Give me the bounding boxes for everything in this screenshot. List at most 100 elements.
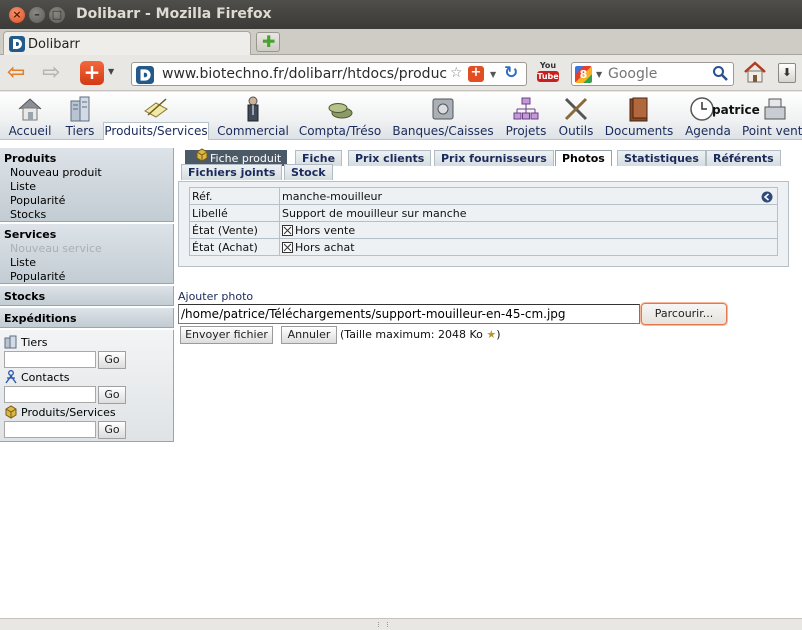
home-icon[interactable] — [743, 60, 767, 84]
topmenu-commercial[interactable]: Commercial — [217, 92, 289, 140]
leftmenu-stocks-block: Stocks — [0, 286, 174, 306]
window-maximize-button[interactable]: □ — [49, 7, 65, 23]
search-produits-input[interactable] — [4, 421, 96, 438]
leftmenu-produits-liste[interactable]: Liste — [0, 180, 173, 194]
search-tiers-input[interactable] — [4, 351, 96, 368]
person-icon — [5, 370, 17, 384]
tab-referents[interactable]: Référents — [706, 150, 781, 166]
upload-title: Ajouter photo — [178, 290, 254, 303]
leftmenu-expeditions-title[interactable]: Expéditions — [0, 308, 173, 329]
back-arrow-icon[interactable]: ⇦ — [7, 62, 25, 84]
topmenu-accueil[interactable]: Accueil — [4, 92, 56, 140]
leftmenu-produits-title[interactable]: Produits — [0, 148, 173, 166]
bookmark-star-icon[interactable]: ☆ — [450, 65, 463, 81]
google-engine-icon[interactable]: 8 — [575, 66, 592, 83]
send-file-button[interactable]: Envoyer fichier — [180, 326, 273, 344]
tab-prix-clients[interactable]: Prix clients — [348, 150, 432, 166]
window-close-button[interactable]: × — [9, 7, 25, 23]
tab-stock[interactable]: Stock — [284, 164, 333, 180]
dolibarr-favicon-icon — [136, 66, 154, 84]
search-input[interactable] — [608, 65, 708, 83]
businessman-icon — [247, 96, 259, 122]
search-produits-label: Produits/Services — [4, 405, 126, 421]
help-star-icon[interactable]: ★ — [486, 328, 496, 341]
search-icon[interactable] — [712, 65, 728, 81]
search-contacts-go-button[interactable]: Go — [98, 386, 126, 404]
search-produits-go-button[interactable]: Go — [98, 421, 126, 439]
leftmenu-nouveau-produit[interactable]: Nouveau produit — [0, 166, 173, 180]
topmenu-label: Outils — [558, 124, 594, 138]
browser-tab-strip: Dolibarr ✚ — [0, 29, 802, 56]
leftmenu-produits-stocks[interactable]: Stocks — [0, 208, 173, 222]
row-label-libelle: Libellé — [189, 204, 280, 222]
youtube-icon-bottom: Tube — [537, 71, 559, 82]
topmenu-label: Agenda — [685, 124, 731, 138]
topmenu-documents[interactable]: Documents — [604, 92, 674, 140]
leftmenu-services-popularite[interactable]: Popularité — [0, 270, 173, 284]
downloads-icon[interactable]: ⬇ — [778, 63, 796, 83]
horizontal-scrollbar[interactable] — [0, 618, 802, 630]
youtube-icon[interactable]: You Tube — [537, 61, 559, 85]
search-contacts-group: Contacts Go — [4, 370, 126, 404]
box-icon — [196, 148, 208, 162]
addon-dropdown-icon[interactable]: ▼ — [108, 67, 114, 76]
url-bar[interactable]: www.biotechno.fr/dolibarr/htdocs/produc … — [131, 62, 527, 86]
reload-icon[interactable]: ↻ — [504, 63, 518, 83]
topmenu-tiers[interactable]: Tiers — [62, 92, 98, 140]
search-tiers-go-button[interactable]: Go — [98, 351, 126, 369]
dolibarr-top-menu: Accueil Tiers Produits/Services Commerci… — [0, 92, 802, 140]
previous-arrow-icon[interactable] — [761, 191, 773, 203]
row-value-libelle: Support de mouilleur sur manche — [279, 204, 778, 222]
leftmenu-services-block: Services Nouveau service Liste Popularit… — [0, 224, 174, 284]
leftmenu-expeditions-block: Expéditions — [0, 308, 174, 328]
left-menu: Produits Nouveau produit Liste Popularit… — [0, 148, 174, 442]
box-icon — [5, 405, 17, 419]
topmenu-label: Documents — [604, 124, 674, 138]
new-tab-button[interactable]: ✚ — [256, 32, 280, 52]
tab-prix-fournisseurs[interactable]: Prix fournisseurs — [434, 150, 554, 166]
tab-fichiers-joints[interactable]: Fichiers joints — [181, 164, 283, 180]
topmenu-compta-treso[interactable]: Compta/Tréso — [296, 92, 384, 140]
row-label-ref: Réf. — [189, 187, 280, 205]
search-produits-group: Produits/Services Go — [4, 405, 126, 439]
tab-photos[interactable]: Photos — [555, 150, 612, 166]
forward-arrow-icon[interactable]: ⇨ — [42, 62, 60, 84]
window-minimize-button[interactable]: – — [29, 7, 45, 23]
browser-tab-dolibarr[interactable]: Dolibarr — [3, 31, 251, 56]
topmenu-projets[interactable]: Projets — [503, 92, 549, 140]
cash-register-icon — [764, 98, 786, 120]
topmenu-banques-caisses[interactable]: Banques/Caisses — [391, 92, 495, 140]
unchecked-box-icon — [282, 241, 293, 253]
cancel-button[interactable]: Annuler — [281, 326, 337, 344]
search-engine-dropdown-icon[interactable]: ▼ — [596, 70, 602, 79]
addon-plus-button[interactable]: + — [80, 61, 104, 85]
house-icon — [18, 98, 42, 121]
topmenu-label: Banques/Caisses — [392, 124, 494, 138]
leftmenu-produits-popularite[interactable]: Popularité — [0, 194, 173, 208]
topmenu-outils[interactable]: Outils — [556, 92, 596, 140]
topmenu-point-vente[interactable]: Point vente — [742, 92, 802, 140]
org-chart-icon — [513, 97, 539, 120]
leftmenu-services-liste[interactable]: Liste — [0, 256, 173, 270]
buildings-icon — [4, 335, 17, 349]
leftmenu-produits-block: Produits Nouveau produit Liste Popularit… — [0, 148, 174, 222]
tab-statistiques[interactable]: Statistiques — [617, 150, 706, 166]
row-value-ref: manche-mouilleur — [279, 187, 778, 205]
addon-urlbar-icon[interactable]: + — [468, 66, 484, 82]
search-contacts-input[interactable] — [4, 386, 96, 403]
topmenu-produits-services[interactable]: Produits/Services — [103, 92, 209, 140]
file-path-input[interactable] — [178, 304, 640, 324]
url-history-dropdown-icon[interactable]: ▼ — [490, 70, 496, 79]
table-row: Libellé Support de mouilleur sur manche — [189, 204, 778, 222]
leftmenu-services-title[interactable]: Services — [0, 224, 173, 242]
topmenu-label: Accueil — [8, 124, 52, 138]
search-bar[interactable]: 8 ▼ — [571, 62, 734, 86]
search-contacts-label: Contacts — [4, 370, 126, 386]
browse-button[interactable]: Parcourir... — [641, 303, 727, 325]
money-icon — [328, 103, 353, 119]
search-tiers-label: Tiers — [4, 335, 126, 351]
leftmenu-stocks-title[interactable]: Stocks — [0, 286, 173, 307]
scrollbar-thumb[interactable] — [378, 622, 388, 627]
row-value-etat-achat: Hors achat — [279, 238, 778, 256]
url-text[interactable]: www.biotechno.fr/dolibarr/htdocs/produc — [162, 66, 450, 82]
